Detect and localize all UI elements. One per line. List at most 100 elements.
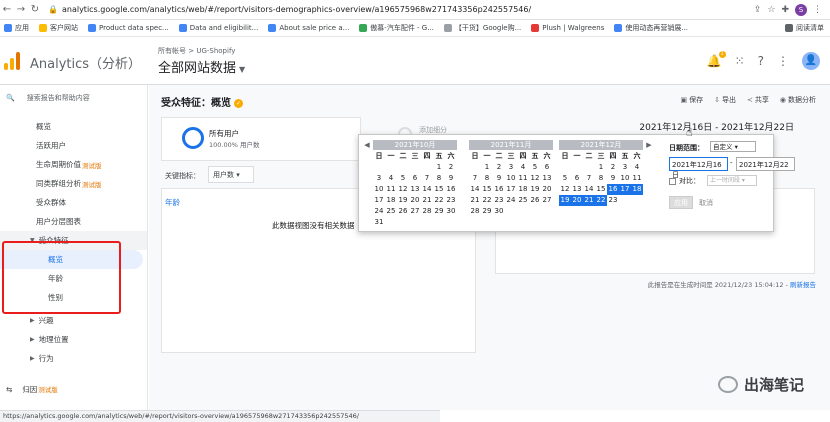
calendar-day[interactable]: 30 [445, 206, 457, 217]
reload-icon[interactable]: ↻ [28, 4, 42, 15]
sidebar-item-active-users[interactable]: 活跃用户 [0, 136, 147, 155]
calendar-day[interactable]: 12 [529, 173, 541, 184]
calendar-day[interactable]: 13 [541, 173, 553, 184]
bookmark-item[interactable]: 【干货】Google购... [443, 23, 521, 33]
calendar-day[interactable]: 30 [493, 206, 505, 217]
calendar-day[interactable]: 12 [397, 184, 409, 195]
bookmark-item[interactable]: About sale price a... [268, 24, 349, 32]
calendar-day[interactable]: 22 [481, 195, 493, 206]
sidebar-item-cohort[interactable]: 同类群组分析 测试版 [0, 174, 147, 193]
metric-dropdown[interactable]: 用户数 ▾ [208, 166, 254, 183]
date-range-display[interactable]: 2021年12月16日 - 2021年12月22日 [639, 120, 794, 133]
bookmark-item[interactable]: Data and eligibilit... [178, 24, 258, 32]
calendar-day[interactable]: 16 [493, 184, 505, 195]
calendar-day[interactable]: 19 [529, 184, 541, 195]
bookmark-item[interactable]: Plush | Walgreens [531, 24, 604, 32]
calendar-day[interactable]: 15 [433, 184, 445, 195]
calendar-day[interactable]: 9 [607, 173, 619, 184]
calendar-day[interactable]: 12 [559, 184, 571, 195]
calendar-day[interactable]: 1 [481, 162, 493, 173]
share-button[interactable]: ≺ 共享 [747, 95, 769, 105]
view-selector[interactable]: 全部网站数据 ▼ [158, 57, 245, 76]
user-avatar[interactable]: 👤 [802, 52, 820, 70]
calendar-day[interactable]: 3 [505, 162, 517, 173]
calendar-day[interactable]: 4 [385, 173, 397, 184]
sidebar-item-audiences[interactable]: 受众群体 [0, 193, 147, 212]
calendar-day[interactable]: 5 [397, 173, 409, 184]
calendar-day[interactable]: 4 [517, 162, 529, 173]
calendar-day[interactable]: 9 [445, 173, 457, 184]
bookmark-item[interactable]: Product data spec... [88, 24, 169, 32]
calendar-day[interactable]: 20 [571, 195, 583, 206]
calendar-day[interactable]: 8 [595, 173, 607, 184]
profile-avatar[interactable]: S [795, 3, 807, 16]
sidebar-item-attribution[interactable]: ⇆ 归因测试版 [0, 379, 58, 399]
calendar-day[interactable]: 25 [385, 206, 397, 217]
calendar-day[interactable]: 31 [373, 217, 385, 228]
calendar-day[interactable]: 26 [529, 195, 541, 206]
calendar-day[interactable]: 5 [529, 162, 541, 173]
calendar-day[interactable]: 5 [559, 173, 571, 184]
panel-title[interactable]: 年龄 [165, 197, 180, 208]
calendar-day[interactable]: 14 [469, 184, 481, 195]
reading-list[interactable]: 阅读清单 [785, 23, 824, 33]
calendar-day[interactable]: 23 [445, 195, 457, 206]
sidebar-item-lifetime-value[interactable]: 生命周期价值 测试版 [0, 155, 147, 174]
calendar-day[interactable]: 14 [583, 184, 595, 195]
end-date-input[interactable]: 2021年12月22日 [736, 157, 795, 171]
calendar-day[interactable]: 3 [373, 173, 385, 184]
calendar-day[interactable]: 21 [583, 195, 595, 206]
calendar-day[interactable]: 7 [469, 173, 481, 184]
calendar-day[interactable]: 21 [469, 195, 481, 206]
calendar-day[interactable]: 22 [433, 195, 445, 206]
calendar-day[interactable]: 18 [385, 195, 397, 206]
calendar-day[interactable]: 13 [571, 184, 583, 195]
apps-grid-icon[interactable]: ⁙ [735, 54, 745, 68]
forward-icon[interactable]: → [14, 4, 28, 15]
bookmark-item[interactable]: 客户网站 [39, 23, 78, 33]
sidebar-group-behavior[interactable]: ▶ 行为 [0, 349, 147, 368]
calendar-day[interactable]: 29 [433, 206, 445, 217]
calendar-day[interactable]: 20 [541, 184, 553, 195]
calendar-day[interactable]: 17 [505, 184, 517, 195]
compare-mode-select[interactable]: 上一时间段 ▾ [707, 175, 757, 186]
refresh-report-link[interactable]: 刷新报告 [790, 281, 816, 289]
calendar-day[interactable]: 2 [493, 162, 505, 173]
calendar-day[interactable]: 3 [619, 162, 631, 173]
calendar-day[interactable]: 15 [595, 184, 607, 195]
calendar-day[interactable]: 29 [481, 206, 493, 217]
compare-checkbox[interactable] [669, 177, 676, 185]
calendar-day[interactable]: 7 [583, 173, 595, 184]
calendar-day[interactable]: 8 [433, 173, 445, 184]
bookmark-item[interactable]: 使用动态再营销展... [614, 23, 688, 33]
calendar-day[interactable]: 1 [433, 162, 445, 173]
calendar-day[interactable]: 6 [541, 162, 553, 173]
calendar-day[interactable]: 15 [481, 184, 493, 195]
range-mode-select[interactable]: 自定义 ▾ [710, 141, 756, 152]
extensions-icon[interactable]: ✚ [781, 5, 789, 15]
calendar-day[interactable]: 11 [517, 173, 529, 184]
account-breadcrumb[interactable]: 所有帐号 > UG-Shopify [158, 46, 235, 56]
calendar-day[interactable]: 19 [397, 195, 409, 206]
calendar-day[interactable]: 11 [631, 173, 643, 184]
calendar-day[interactable]: 26 [397, 206, 409, 217]
sidebar-group-geo[interactable]: ▶ 地理位置 [0, 330, 147, 349]
calendar-day[interactable]: 27 [409, 206, 421, 217]
calendar-day[interactable]: 4 [631, 162, 643, 173]
calendar-day[interactable]: 24 [505, 195, 517, 206]
calendar-day[interactable]: 1 [595, 162, 607, 173]
calendar-day[interactable]: 23 [493, 195, 505, 206]
calendar-day[interactable]: 14 [421, 184, 433, 195]
calendar-day[interactable]: 2 [445, 162, 457, 173]
calendar-day[interactable]: 11 [385, 184, 397, 195]
bookmark-apps[interactable]: 应用 [4, 23, 29, 33]
calendar-day[interactable]: 24 [373, 206, 385, 217]
calendar-day[interactable]: 28 [469, 206, 481, 217]
calendar-day[interactable]: 18 [517, 184, 529, 195]
calendar-day[interactable]: 9 [493, 173, 505, 184]
calendar-day[interactable]: 28 [421, 206, 433, 217]
sidebar-item-overview[interactable]: 概览 [0, 117, 147, 136]
notifications-bell-icon[interactable]: 🔔 1 [707, 51, 726, 68]
calendar-day[interactable]: 8 [481, 173, 493, 184]
segment-card[interactable]: 所有用户 100.00% 用户数 [161, 117, 361, 161]
